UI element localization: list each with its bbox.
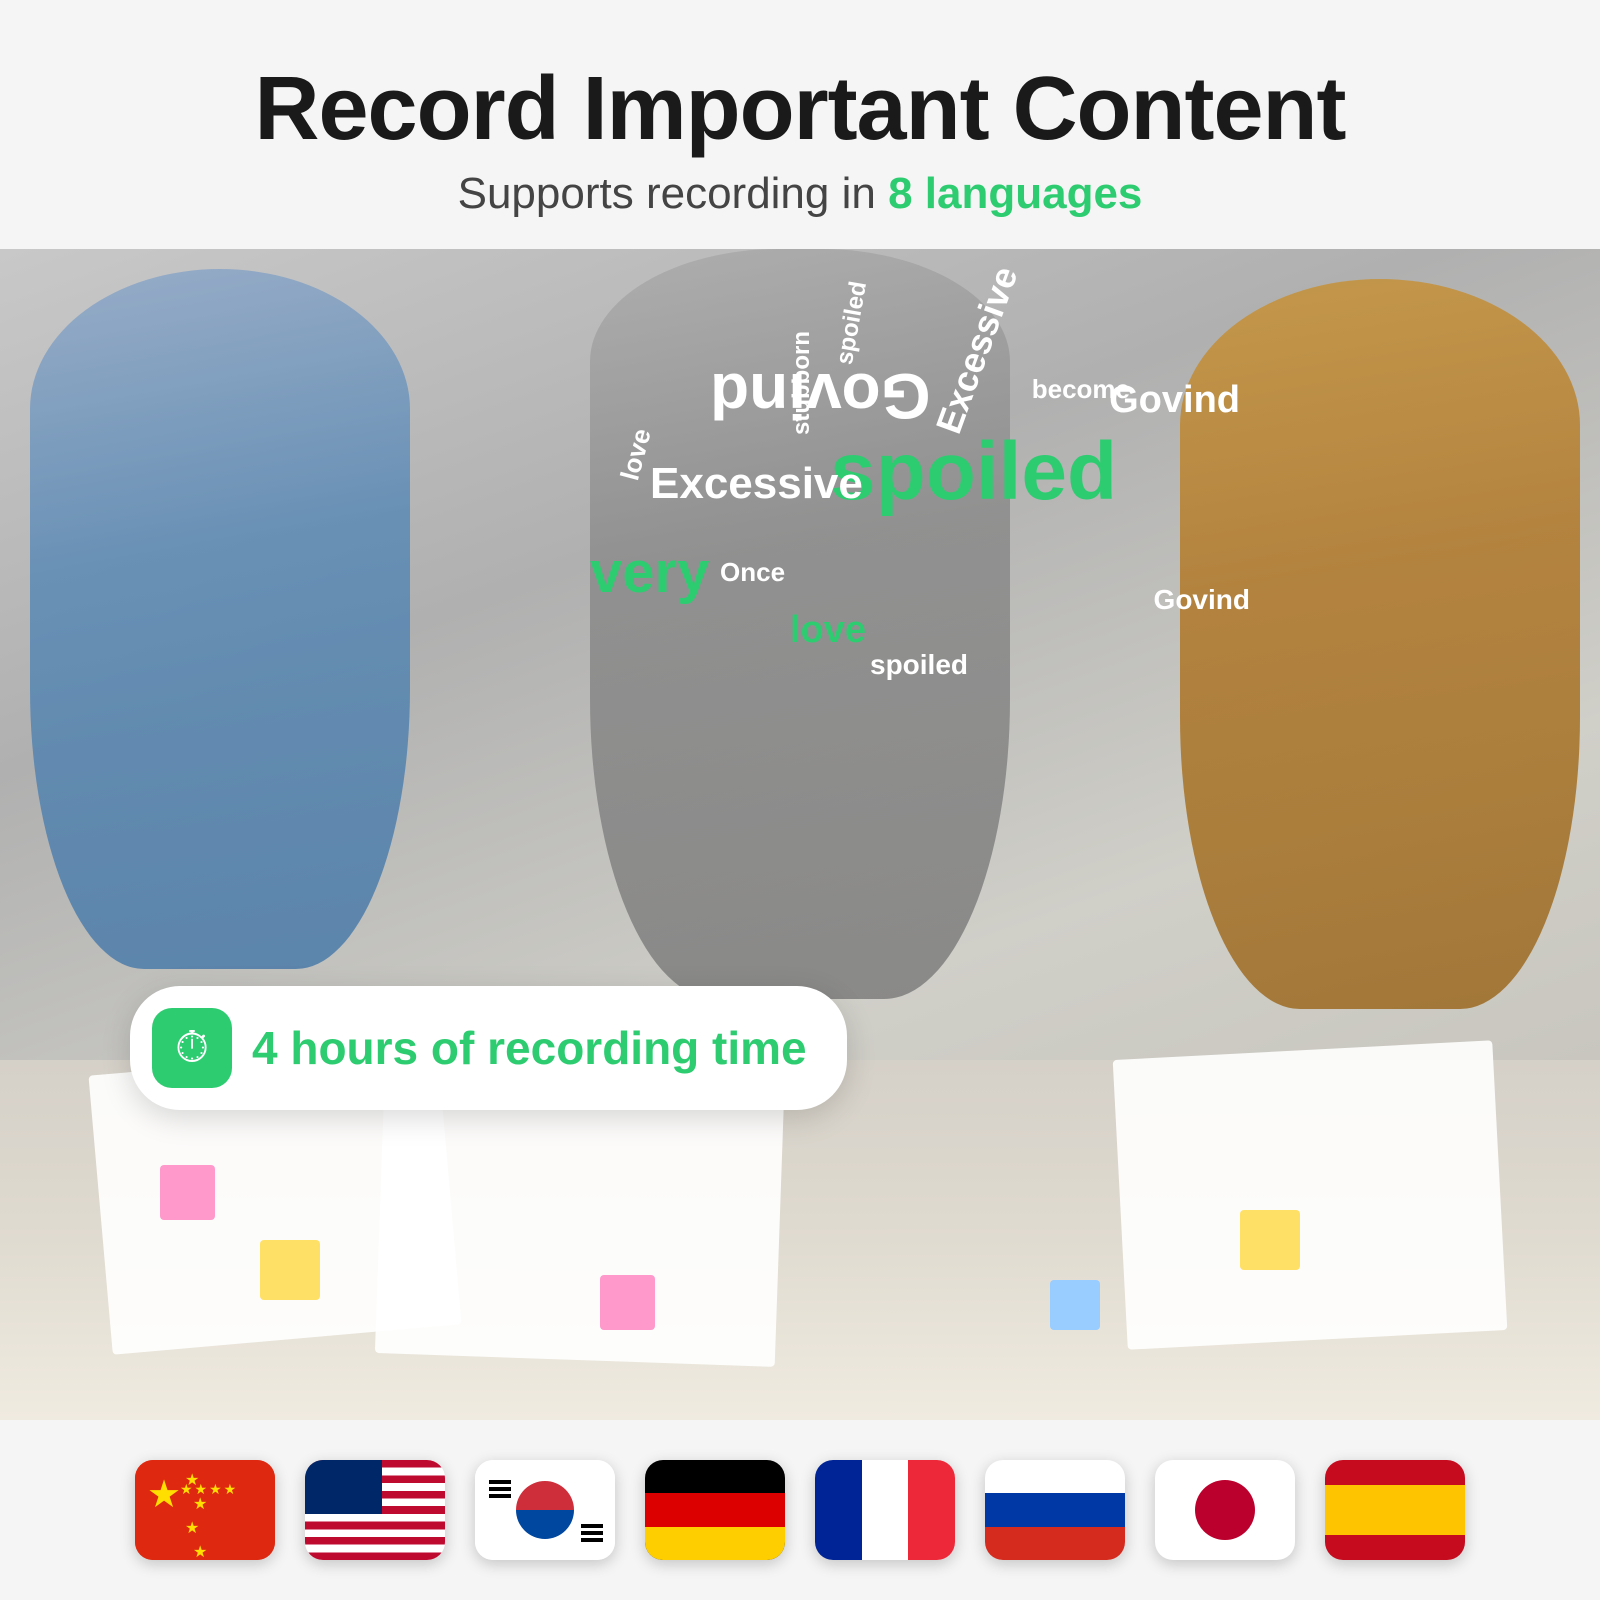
word-govind-lower: Govind xyxy=(1154,584,1250,616)
word-love: love xyxy=(790,609,866,652)
word-spoiled-large: spoiled xyxy=(830,425,1117,519)
recording-time-text: 4 hours of recording time xyxy=(252,1021,807,1075)
main-title: Record Important Content xyxy=(80,60,1520,159)
badge-clock-icon: ⏱ xyxy=(152,1008,232,1088)
flag-germany xyxy=(645,1460,785,1560)
flag-china: ★ ★ ★ ★ ★ xyxy=(135,1460,275,1560)
flag-korea xyxy=(475,1460,615,1560)
flag-france xyxy=(815,1460,955,1560)
flag-spain xyxy=(1325,1460,1465,1560)
word-excessive: Excessive xyxy=(650,459,863,509)
subtitle-highlight: 8 languages xyxy=(888,169,1142,218)
person-left xyxy=(30,269,410,969)
sticky-note-yellow-1 xyxy=(260,1240,320,1300)
photo-background: spoiled Govind Govind become Excessive s… xyxy=(0,249,1600,1420)
paper-document-3 xyxy=(1113,1040,1508,1349)
word-very: very xyxy=(590,539,709,606)
flags-section: ★ ★ ★ ★ ★ xyxy=(0,1420,1600,1600)
clock-emoji: ⏱ xyxy=(175,1023,209,1073)
sticky-note-pink-1 xyxy=(600,1275,655,1330)
header-section: Record Important Content Supports record… xyxy=(0,0,1600,249)
flag-japan xyxy=(1155,1460,1295,1560)
main-container: Record Important Content Supports record… xyxy=(0,0,1600,1600)
subtitle: Supports recording in 8 languages xyxy=(80,169,1520,219)
table-surface xyxy=(0,1060,1600,1420)
recording-badge: ⏱ 4 hours of recording time xyxy=(130,986,847,1110)
sticky-note-yellow-2 xyxy=(1240,1210,1300,1270)
sticky-note-blue-1 xyxy=(1050,1280,1100,1330)
word-cloud: spoiled Govind Govind become Excessive s… xyxy=(590,299,1290,799)
subtitle-prefix: Supports recording in xyxy=(458,169,888,218)
word-stubborn: stubborn xyxy=(788,331,816,435)
flag-usa xyxy=(305,1460,445,1560)
word-become: become xyxy=(1032,374,1130,405)
word-once: Once xyxy=(720,557,785,588)
word-spoiled-small: spoiled xyxy=(870,649,968,681)
photo-section: spoiled Govind Govind become Excessive s… xyxy=(0,249,1600,1420)
word-govind-rotated: Govind xyxy=(710,359,930,433)
sticky-note-pink-2 xyxy=(160,1165,215,1220)
flag-russia xyxy=(985,1460,1125,1560)
